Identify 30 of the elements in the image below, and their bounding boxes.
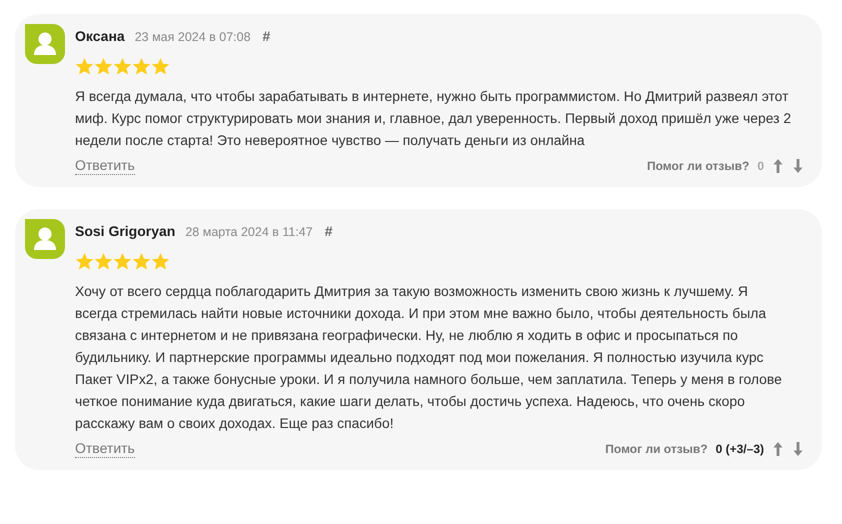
star-icon	[151, 252, 170, 271]
star-icon	[113, 252, 132, 271]
upvote-icon[interactable]	[772, 158, 784, 174]
avatar-icon	[25, 24, 65, 64]
author-name: Оксана	[75, 28, 125, 44]
helpful-label: Помог ли отзыв?	[646, 159, 750, 173]
vote-score: 0 (+3/–3)	[716, 442, 764, 456]
star-icon	[75, 252, 94, 271]
review-date: 23 мая 2024 в 07:08	[134, 30, 251, 44]
review-text: Я всегда думала, что чтобы зарабатывать в интернете, нужно быть программистом. Но Дмитрий развеял этот миф. Курс помог структурировать мои знания и, главное, дал уверенность. Первый доход пришёл уже через 2 недели после старта! Это невероятное чувство — получать деньги из онлайна	[75, 87, 792, 150]
star-icon	[151, 57, 170, 76]
review-date: 28 марта 2024 в 11:47	[185, 225, 313, 239]
downvote-icon[interactable]	[792, 158, 804, 174]
upvote-icon[interactable]	[772, 441, 784, 457]
permalink[interactable]: #	[324, 223, 333, 239]
star-icon	[113, 57, 132, 76]
permalink[interactable]: #	[262, 28, 270, 44]
star-icon	[132, 57, 151, 76]
star-icon	[94, 57, 113, 76]
vote-score: 0	[757, 159, 764, 173]
reply-link[interactable]: Ответить	[75, 440, 135, 458]
star-icon	[94, 252, 113, 271]
review-text: Хочу от всего сердца поблагодарить Дмитрия за такую возможность изменить свою жизнь к лучшему. Я всегда стремилась найти новые источники дохода. И при этом мне важно было, чтобы деятельность была связана с интернетом и не привязана географически. Ну, не люблю я ходить в офис и просыпаться по будильнику. И партнерские программы идеально подходят под мои пожелания. Я полностью изучила курс Пакет VIPх2, а также бонусные уроки. И я получила намного больше, чем заплатила. Теперь у меня в голове четкое понимание куда двигаться, какие шаги делать, чтобы достичь успеха. Надеюсь, что очень скоро расскажу вам о своих доходах. Еще раз спасибо!	[75, 282, 783, 433]
avatar-icon	[25, 219, 65, 259]
star-icon	[75, 57, 94, 76]
author-name: Sosi Grigoryan	[75, 223, 176, 239]
helpful-label: Помог ли отзыв?	[605, 442, 708, 456]
star-icon	[132, 252, 151, 271]
reply-link[interactable]: Ответить	[75, 157, 135, 175]
downvote-icon[interactable]	[792, 441, 804, 457]
